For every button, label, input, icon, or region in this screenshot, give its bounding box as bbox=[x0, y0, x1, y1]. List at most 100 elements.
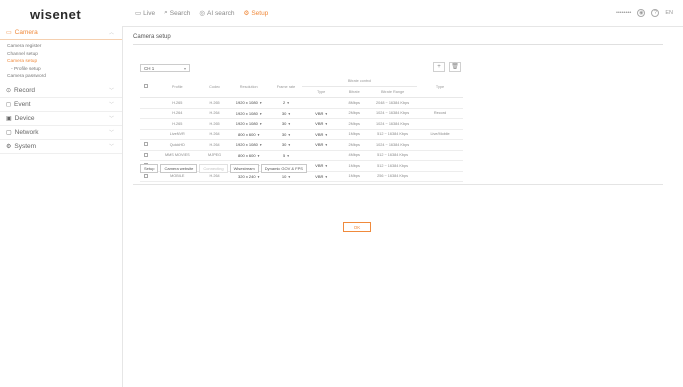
type-select[interactable]: VBR ▾ bbox=[301, 171, 341, 182]
channel-select[interactable]: CH 1 ▾ bbox=[140, 64, 190, 72]
row-checkbox[interactable] bbox=[144, 152, 149, 157]
sidebar-item-profile-setup[interactable]: ◦ Profile setup bbox=[7, 66, 122, 74]
resolution-select[interactable]: 1920 x 1080 ▾ bbox=[227, 108, 271, 119]
bitrate-cell: 8Mbps bbox=[340, 97, 369, 109]
sidebar-item-camera-register[interactable]: Camera register bbox=[7, 43, 122, 51]
bitrate-cell: 1Mbps bbox=[340, 160, 369, 172]
menu-system[interactable]: ⚙ System ﹀ bbox=[0, 140, 122, 154]
dynamic-gov-fps-button[interactable]: Dynamic GOV & FPS bbox=[260, 164, 307, 173]
codec-cell: MJPEG bbox=[201, 150, 228, 161]
menu-event[interactable]: ◻ Event ﹀ bbox=[0, 98, 122, 112]
chevron-down-icon: ▾ bbox=[325, 122, 328, 127]
chevron-down-icon: ▾ bbox=[288, 132, 291, 137]
language-select[interactable]: EN bbox=[665, 10, 673, 16]
select-all-checkbox[interactable] bbox=[144, 84, 149, 88]
row-checkbox[interactable] bbox=[144, 142, 149, 147]
frame-rate-select[interactable]: 30 ▾ bbox=[270, 118, 302, 130]
chevron-down-icon: ﹀ bbox=[108, 115, 114, 122]
menu-camera[interactable]: ▭ Camera ︿ bbox=[0, 26, 122, 40]
nav-ai-search[interactable]: ◎ AI search bbox=[199, 9, 234, 18]
type-select[interactable]: VBR ▾ bbox=[301, 118, 341, 130]
sidebar-item-channel-setup[interactable]: Channel setup bbox=[7, 51, 122, 59]
delete-profile-button[interactable]: 🗑 bbox=[449, 62, 461, 72]
menu-record[interactable]: ⊙ Record ﹀ bbox=[0, 84, 122, 98]
col-bitrate-range: Bitrate Range bbox=[368, 86, 418, 98]
camera-website-button[interactable]: Camera website bbox=[160, 164, 198, 173]
camera-icon: ▭ bbox=[6, 30, 12, 36]
chevron-down-icon: ▾ bbox=[257, 153, 260, 158]
trash-icon: 🗑 bbox=[451, 64, 459, 70]
resolution-select[interactable]: 800 x 600 ▾ bbox=[227, 150, 271, 161]
top-nav: ▭ Live ⌕ Search ◎ AI search ⚙ Setup bbox=[135, 9, 268, 17]
type-select[interactable]: VBR ▾ bbox=[301, 139, 341, 151]
search-icon: ⌕ bbox=[164, 9, 168, 16]
row-checkbox[interactable] bbox=[144, 173, 149, 178]
frame-rate-select[interactable]: 30 ▾ bbox=[270, 108, 302, 119]
chevron-down-icon: ▾ bbox=[288, 174, 291, 179]
setup-button[interactable]: Setup bbox=[140, 164, 159, 173]
col-codec: Codec bbox=[201, 76, 228, 98]
ok-button[interactable]: OK bbox=[343, 222, 371, 232]
sidebar-item-camera-setup[interactable]: Camera setup bbox=[7, 58, 122, 66]
table-row[interactable]: H.265 H.265 1920 x 1080 ▾ 2 ▾ 8Mbps 2048 ~… bbox=[140, 97, 463, 109]
profile-cell: LiveNVR bbox=[152, 129, 202, 140]
chevron-down-icon: ▾ bbox=[257, 132, 260, 137]
connecting-button: Connecting bbox=[199, 164, 228, 173]
frame-rate-select[interactable]: 2 ▾ bbox=[270, 97, 302, 109]
nav-live[interactable]: ▭ Live bbox=[135, 9, 155, 18]
bitrate-cell: 4Mbps bbox=[340, 150, 369, 161]
action-buttons: Setup Camera website Connecting Wisestre… bbox=[140, 164, 307, 173]
wisestream-button[interactable]: Wisestream bbox=[229, 164, 259, 173]
resolution-select[interactable]: 1920 x 1080 ▾ bbox=[227, 97, 271, 109]
profile-cell: H.265 bbox=[152, 97, 202, 109]
chevron-down-icon: ▾ bbox=[259, 143, 262, 148]
table-row[interactable]: H.265 H.265 1920 x 1080 ▾ 30 ▾ VBR ▾ 2Mbps … bbox=[140, 118, 463, 130]
sidebar: ▭ Camera ︿ Camera register Channel setup… bbox=[0, 26, 123, 387]
select-all-cell bbox=[140, 76, 153, 98]
resolution-select[interactable]: 800 x 600 ▾ bbox=[227, 129, 271, 140]
frame-rate-select[interactable]: 30 ▾ bbox=[270, 139, 302, 151]
type-select[interactable]: VBR ▾ bbox=[301, 108, 341, 119]
chevron-down-icon: ▾ bbox=[257, 174, 260, 179]
codec-cell: H.265 bbox=[201, 97, 228, 109]
sidebar-item-camera-password[interactable]: Camera password bbox=[7, 73, 122, 81]
chevron-down-icon: ▾ bbox=[287, 153, 289, 158]
page-title: Camera setup bbox=[133, 34, 171, 40]
user-icon[interactable]: ◉ bbox=[637, 9, 646, 17]
menu-device[interactable]: ▣ Device ﹀ bbox=[0, 112, 122, 126]
profile-cell: H.264 bbox=[152, 108, 202, 119]
col-type2: Type bbox=[417, 76, 463, 98]
chevron-down-icon: ﹀ bbox=[108, 101, 114, 108]
col-resolution: Resolution bbox=[227, 76, 271, 98]
nav-setup[interactable]: ⚙ Setup bbox=[243, 9, 268, 18]
camera-submenu: Camera register Channel setup Camera set… bbox=[0, 40, 122, 84]
profile-cell: QuickHD bbox=[152, 139, 202, 151]
table-row[interactable]: MMS MOVIES MJPEG 800 x 600 ▾ 5 ▾ 4Mbps 512… bbox=[140, 150, 463, 161]
resolution-select[interactable]: 1920 x 1080 ▾ bbox=[227, 118, 271, 130]
type2-cell: Live/Mobile bbox=[417, 129, 463, 140]
frame-rate-select[interactable]: 5 ▾ bbox=[270, 150, 302, 161]
chevron-down-icon: ▾ bbox=[288, 111, 291, 116]
type-select[interactable]: VBR ▾ bbox=[301, 160, 341, 172]
col-profile: Profile bbox=[152, 76, 202, 98]
type-select[interactable]: VBR ▾ bbox=[301, 129, 341, 140]
resolution-select[interactable]: 1920 x 1080 ▾ bbox=[227, 139, 271, 151]
nav-search[interactable]: ⌕ Search bbox=[164, 9, 190, 17]
logo: wisenet bbox=[30, 7, 82, 22]
gear-icon: ⚙ bbox=[243, 10, 250, 17]
chevron-down-icon: ▾ bbox=[325, 174, 328, 179]
frame-rate-select[interactable]: 30 ▾ bbox=[270, 129, 302, 140]
menu-network[interactable]: ▢ Network ﹀ bbox=[0, 126, 122, 140]
table-row[interactable]: H.264 H.264 1920 x 1080 ▾ 30 ▾ VBR ▾ 2Mbps … bbox=[140, 108, 463, 119]
system-icon: ⚙ bbox=[6, 143, 12, 150]
row-checkbox-cell bbox=[140, 97, 153, 109]
bitrate-range-cell: 512 ~ 16384 Kbps bbox=[368, 160, 418, 172]
bitrate-range-cell: 1024 ~ 16384 Kbps bbox=[368, 139, 418, 151]
add-profile-button[interactable]: + bbox=[433, 62, 445, 72]
col-frame-rate: Frame rate bbox=[270, 76, 302, 98]
user-name[interactable]: •••••••• bbox=[616, 10, 631, 16]
table-row[interactable]: LiveNVR H.264 800 x 600 ▾ 30 ▾ VBR ▾ 1Mbps … bbox=[140, 129, 463, 140]
table-row[interactable]: QuickHD H.264 1920 x 1080 ▾ 30 ▾ VBR ▾ 2Mbp… bbox=[140, 139, 463, 151]
bitrate-cell: 1Mbps bbox=[340, 129, 369, 140]
help-icon[interactable]: ? bbox=[651, 9, 660, 17]
